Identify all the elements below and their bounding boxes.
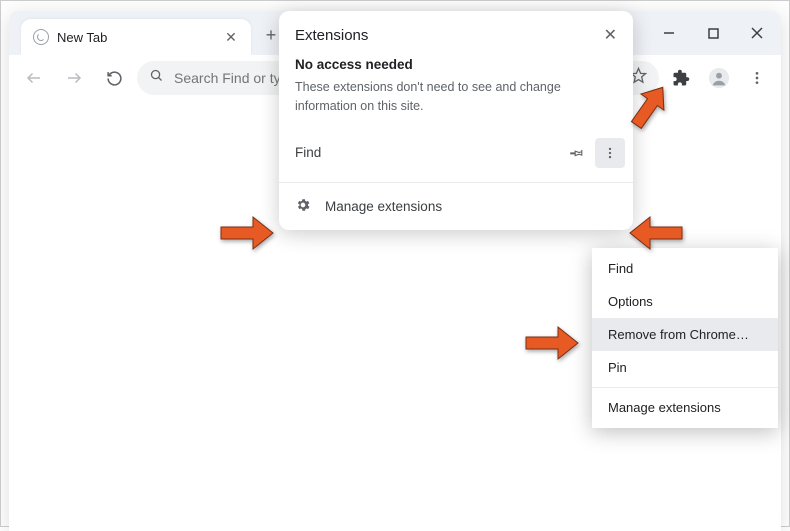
- ctx-item-remove[interactable]: Remove from Chrome…: [592, 318, 778, 351]
- ctx-item-options[interactable]: Options: [592, 285, 778, 318]
- kebab-menu-button[interactable]: [741, 62, 773, 94]
- minimize-button[interactable]: [647, 13, 691, 53]
- back-button[interactable]: [17, 61, 51, 95]
- arrow-icon: [217, 211, 277, 255]
- browser-tab[interactable]: New Tab ✕: [21, 19, 251, 55]
- maximize-button[interactable]: [691, 13, 735, 53]
- globe-icon: [33, 29, 49, 45]
- extensions-popup: Extensions ✕ No access needed These exte…: [279, 11, 633, 230]
- popup-description: These extensions don't need to see and c…: [295, 78, 617, 116]
- context-menu: Find Options Remove from Chrome… Pin Man…: [592, 248, 778, 428]
- arrow-icon: [626, 211, 686, 255]
- ctx-item-pin[interactable]: Pin: [592, 351, 778, 384]
- more-actions-button[interactable]: [595, 138, 625, 168]
- popup-title: Extensions: [295, 27, 604, 44]
- extension-label: Find: [295, 145, 561, 160]
- manage-extensions-label: Manage extensions: [325, 199, 442, 214]
- ctx-item-manage[interactable]: Manage extensions: [592, 391, 778, 424]
- tab-title: New Tab: [57, 30, 215, 45]
- extension-item-find[interactable]: Find: [279, 128, 633, 178]
- close-button[interactable]: [735, 13, 779, 53]
- profile-button[interactable]: [703, 62, 735, 94]
- gear-icon: [295, 197, 311, 216]
- divider: [279, 182, 633, 183]
- manage-extensions-button[interactable]: Manage extensions: [279, 187, 633, 226]
- pin-icon[interactable]: [561, 138, 591, 168]
- ctx-item-find[interactable]: Find: [592, 252, 778, 285]
- search-icon: [149, 68, 164, 88]
- divider: [592, 387, 778, 388]
- forward-button[interactable]: [57, 61, 91, 95]
- arrow-icon: [522, 321, 582, 365]
- arrow-icon: [621, 79, 677, 135]
- popup-subheading: No access needed: [295, 57, 617, 72]
- reload-button[interactable]: [97, 61, 131, 95]
- close-tab-icon[interactable]: ✕: [223, 29, 239, 46]
- close-icon[interactable]: ✕: [604, 25, 617, 45]
